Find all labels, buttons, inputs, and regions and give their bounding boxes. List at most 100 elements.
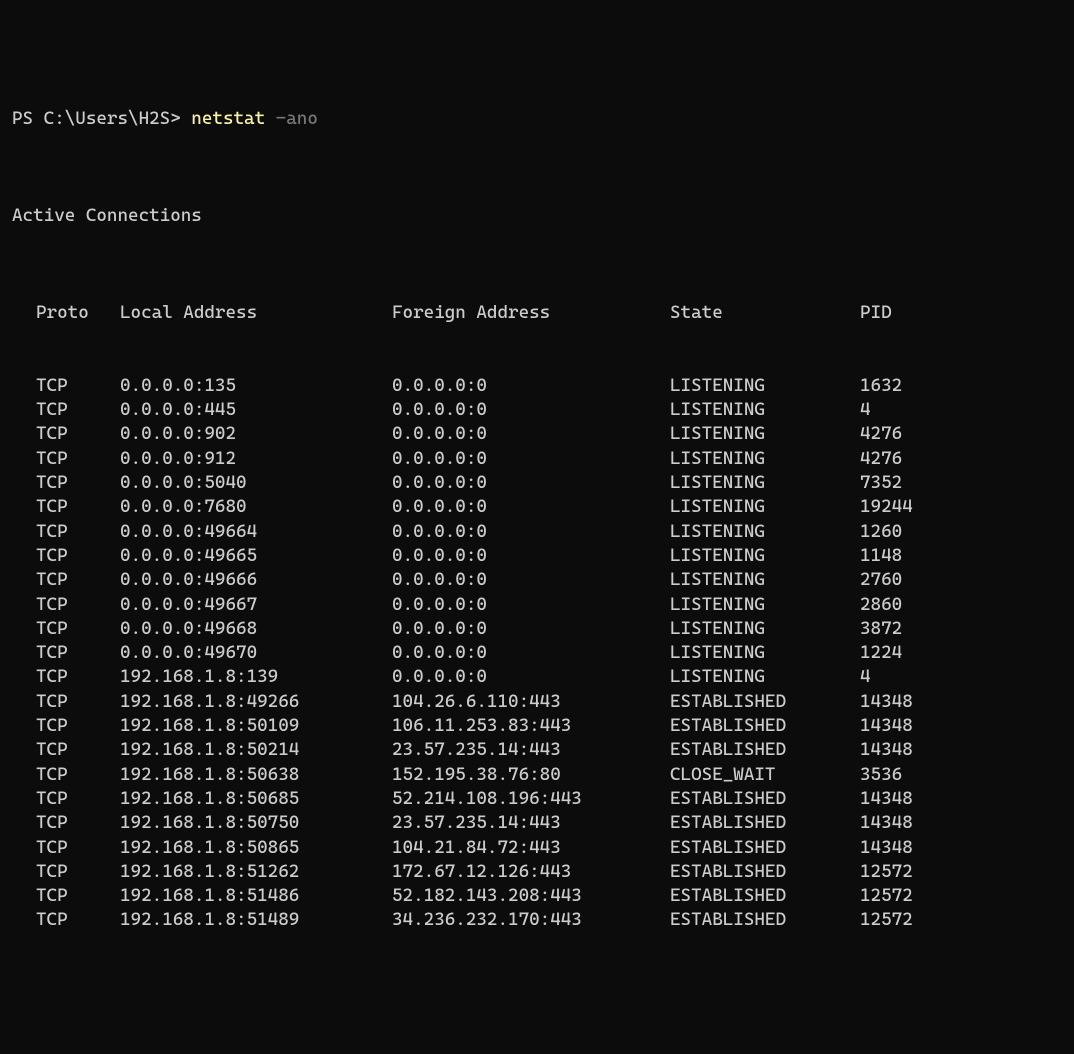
- cell-proto: TCP: [36, 811, 120, 835]
- cell-foreign: 0.0.0.0:0: [392, 641, 670, 665]
- cell-proto: TCP: [36, 714, 120, 738]
- table-row: TCP192.168.1.8:50865104.21.84.72:443ESTA…: [36, 836, 1062, 860]
- header-state: State: [670, 301, 860, 325]
- table-row: TCP192.168.1.8:51262172.67.12.126:443EST…: [36, 860, 1062, 884]
- cell-foreign: 0.0.0.0:0: [392, 422, 670, 446]
- cell-pid: 14348: [860, 714, 913, 738]
- cell-proto: TCP: [36, 398, 120, 422]
- cell-pid: 14348: [860, 836, 913, 860]
- cell-proto: TCP: [36, 836, 120, 860]
- cell-state: ESTABLISHED: [670, 811, 860, 835]
- cell-local: 192.168.1.8:50109: [120, 714, 392, 738]
- table-row: TCP192.168.1.8:50109106.11.253.83:443EST…: [36, 714, 1062, 738]
- cell-state: ESTABLISHED: [670, 884, 860, 908]
- prompt-line[interactable]: PS C:\Users\H2S> netstat -ano: [12, 107, 1062, 131]
- command-args: -ano: [265, 108, 318, 129]
- cell-state: LISTENING: [670, 398, 860, 422]
- cell-state: LISTENING: [670, 568, 860, 592]
- cell-foreign: 104.21.84.72:443: [392, 836, 670, 860]
- cell-local: 0.0.0.0:49670: [120, 641, 392, 665]
- cell-pid: 14348: [860, 690, 913, 714]
- table-row: TCP0.0.0.0:9120.0.0.0:0LISTENING4276: [36, 447, 1062, 471]
- cell-local: 0.0.0.0:902: [120, 422, 392, 446]
- cell-local: 0.0.0.0:49665: [120, 544, 392, 568]
- cell-local: 192.168.1.8:51489: [120, 908, 392, 932]
- cell-foreign: 152.195.38.76:80: [392, 763, 670, 787]
- table-row: TCP192.168.1.8:5148934.236.232.170:443ES…: [36, 908, 1062, 932]
- table-row: TCP192.168.1.8:50638152.195.38.76:80CLOS…: [36, 763, 1062, 787]
- cell-local: 192.168.1.8:51486: [120, 884, 392, 908]
- cell-state: ESTABLISHED: [670, 908, 860, 932]
- cell-local: 0.0.0.0:5040: [120, 471, 392, 495]
- cell-local: 192.168.1.8:50638: [120, 763, 392, 787]
- cell-foreign: 0.0.0.0:0: [392, 398, 670, 422]
- cell-state: ESTABLISHED: [670, 690, 860, 714]
- cell-foreign: 0.0.0.0:0: [392, 544, 670, 568]
- cell-state: ESTABLISHED: [670, 787, 860, 811]
- cell-state: ESTABLISHED: [670, 860, 860, 884]
- table-row: TCP0.0.0.0:4450.0.0.0:0LISTENING4: [36, 398, 1062, 422]
- cell-foreign: 23.57.235.14:443: [392, 811, 670, 835]
- table-row: TCP0.0.0.0:76800.0.0.0:0LISTENING19244: [36, 495, 1062, 519]
- cell-pid: 2760: [860, 568, 902, 592]
- cell-local: 192.168.1.8:50865: [120, 836, 392, 860]
- table-row: TCP0.0.0.0:50400.0.0.0:0LISTENING7352: [36, 471, 1062, 495]
- cell-foreign: 0.0.0.0:0: [392, 617, 670, 641]
- cell-pid: 4276: [860, 422, 902, 446]
- cell-local: 0.0.0.0:49664: [120, 520, 392, 544]
- cell-proto: TCP: [36, 665, 120, 689]
- cell-pid: 3872: [860, 617, 902, 641]
- cell-proto: TCP: [36, 471, 120, 495]
- cell-local: 0.0.0.0:135: [120, 374, 392, 398]
- cell-foreign: 0.0.0.0:0: [392, 520, 670, 544]
- cell-pid: 14348: [860, 787, 913, 811]
- cell-local: 192.168.1.8:139: [120, 665, 392, 689]
- cell-pid: 7352: [860, 471, 902, 495]
- cell-proto: TCP: [36, 422, 120, 446]
- table-row: TCP192.168.1.8:49266104.26.6.110:443ESTA…: [36, 690, 1062, 714]
- cell-local: 192.168.1.8:51262: [120, 860, 392, 884]
- cell-foreign: 172.67.12.126:443: [392, 860, 670, 884]
- cell-state: LISTENING: [670, 447, 860, 471]
- cell-proto: TCP: [36, 520, 120, 544]
- section-title: Active Connections: [12, 204, 1062, 228]
- cell-pid: 14348: [860, 738, 913, 762]
- header-local: Local Address: [120, 301, 392, 325]
- cell-proto: TCP: [36, 763, 120, 787]
- cell-local: 192.168.1.8:50214: [120, 738, 392, 762]
- cell-proto: TCP: [36, 447, 120, 471]
- table-row: TCP0.0.0.0:496650.0.0.0:0LISTENING1148: [36, 544, 1062, 568]
- cell-proto: TCP: [36, 860, 120, 884]
- cell-proto: TCP: [36, 641, 120, 665]
- cell-pid: 12572: [860, 908, 913, 932]
- cell-state: CLOSE_WAIT: [670, 763, 860, 787]
- cell-pid: 19244: [860, 495, 913, 519]
- table-row: TCP0.0.0.0:496700.0.0.0:0LISTENING1224: [36, 641, 1062, 665]
- table-header-row: ProtoLocal AddressForeign AddressStatePI…: [36, 301, 1062, 325]
- table-row: TCP0.0.0.0:9020.0.0.0:0LISTENING4276: [36, 422, 1062, 446]
- cell-foreign: 52.214.108.196:443: [392, 787, 670, 811]
- cell-pid: 1224: [860, 641, 902, 665]
- cell-local: 192.168.1.8:50750: [120, 811, 392, 835]
- cell-pid: 4276: [860, 447, 902, 471]
- cell-pid: 12572: [860, 884, 913, 908]
- cell-proto: TCP: [36, 908, 120, 932]
- prompt-prefix: PS C:\Users\H2S>: [12, 108, 191, 129]
- cell-state: ESTABLISHED: [670, 836, 860, 860]
- cell-proto: TCP: [36, 568, 120, 592]
- cell-pid: 12572: [860, 860, 913, 884]
- cell-state: LISTENING: [670, 544, 860, 568]
- cell-state: LISTENING: [670, 520, 860, 544]
- cell-state: LISTENING: [670, 617, 860, 641]
- cell-state: ESTABLISHED: [670, 714, 860, 738]
- cell-foreign: 106.11.253.83:443: [392, 714, 670, 738]
- header-pid: PID: [860, 301, 892, 325]
- cell-state: LISTENING: [670, 471, 860, 495]
- table-row: TCP0.0.0.0:496680.0.0.0:0LISTENING3872: [36, 617, 1062, 641]
- cell-foreign: 23.57.235.14:443: [392, 738, 670, 762]
- cell-pid: 3536: [860, 763, 902, 787]
- cell-foreign: 0.0.0.0:0: [392, 447, 670, 471]
- header-foreign: Foreign Address: [392, 301, 670, 325]
- cell-proto: TCP: [36, 593, 120, 617]
- cell-foreign: 104.26.6.110:443: [392, 690, 670, 714]
